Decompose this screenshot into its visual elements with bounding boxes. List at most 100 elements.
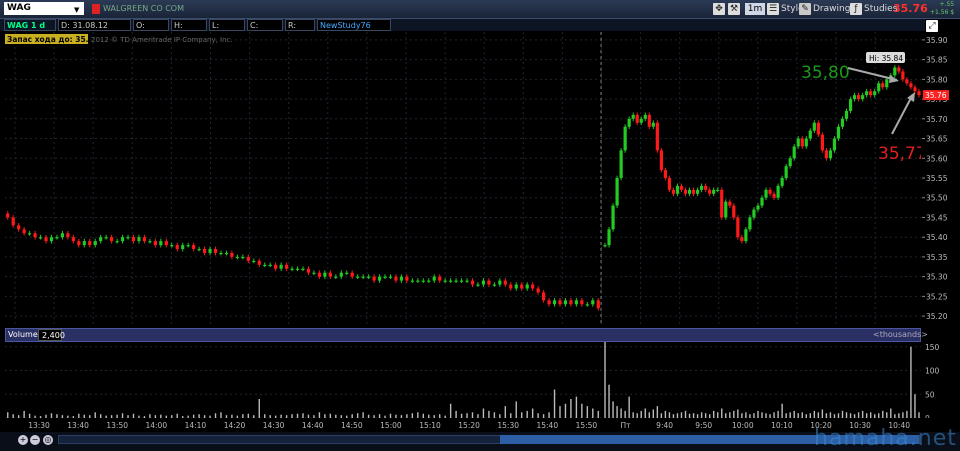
candle — [525, 284, 529, 289]
candle — [756, 205, 760, 210]
annotation-low: 35,77 — [878, 144, 921, 164]
studies-icon[interactable]: ƒ — [850, 3, 862, 15]
price-tick-label: 35.55 — [926, 174, 948, 183]
candle — [760, 197, 764, 206]
price-tag-label: 35.76 — [925, 91, 947, 100]
candle — [279, 264, 283, 269]
volume-tick-label: 50 — [925, 390, 935, 399]
candle — [812, 122, 816, 131]
candle — [873, 91, 877, 96]
candle — [137, 237, 141, 242]
candle — [153, 241, 157, 246]
zoom-reset-icon[interactable]: ◎ — [43, 435, 53, 445]
candle — [679, 185, 684, 190]
candle — [301, 268, 305, 270]
price-tick-label: 35.65 — [926, 135, 948, 144]
zoom-icon[interactable]: ⤢ — [926, 20, 938, 32]
candle — [776, 185, 780, 198]
volume-header — [5, 328, 921, 342]
candle — [800, 138, 804, 147]
candle — [170, 245, 174, 247]
candle — [591, 300, 595, 305]
price-tick-label: 35.90 — [926, 36, 948, 45]
candle — [492, 284, 496, 286]
candle — [104, 237, 108, 239]
candle — [317, 272, 322, 277]
candle — [82, 241, 86, 246]
chevron-down-icon[interactable]: ▼ — [74, 6, 79, 14]
candle — [367, 276, 371, 278]
drawings-button[interactable]: Drawings — [813, 3, 855, 15]
candle — [443, 280, 447, 282]
study-label[interactable]: NewStudy76 (DAY) — [317, 19, 391, 42]
candle — [691, 189, 696, 194]
drawings-icon[interactable]: ✎ — [799, 3, 811, 15]
symbol-input[interactable]: WAG — [4, 2, 84, 15]
candle — [541, 292, 546, 301]
candle — [438, 276, 442, 281]
price-tick-label: 35.50 — [926, 194, 948, 203]
volume-tick-label: 100 — [925, 367, 940, 376]
time-tick-label: 15:50 — [576, 421, 598, 430]
price-axis[interactable]: 35.9035.8535.8035.7535.7035.6535.6035.55… — [922, 32, 960, 324]
zoom-in-icon[interactable]: + — [18, 435, 28, 445]
time-tick-label: 10:00 — [732, 421, 754, 430]
price-tick-label: 35.25 — [926, 292, 948, 301]
candle — [700, 185, 704, 190]
candle — [306, 268, 311, 273]
candle — [808, 130, 812, 139]
candle — [536, 288, 540, 293]
candle — [235, 256, 239, 259]
aggregation-button[interactable]: 1m — [745, 3, 765, 15]
candle — [88, 241, 92, 246]
candle — [667, 178, 672, 190]
candle — [663, 170, 667, 178]
candle — [897, 67, 901, 72]
candle — [416, 280, 420, 282]
last-price: 35.76 — [893, 2, 928, 15]
candle — [148, 241, 152, 243]
candle — [832, 138, 837, 151]
candle — [394, 276, 398, 281]
crosshair-icon[interactable]: ✥ — [713, 3, 725, 15]
candle — [603, 245, 607, 247]
zoom-out-icon[interactable]: − — [30, 435, 40, 445]
candle — [635, 114, 639, 123]
candle — [796, 138, 800, 147]
candle — [93, 241, 97, 246]
candle — [720, 189, 724, 218]
price-axis-svg: 35.9035.8535.8035.7535.7035.6535.6035.55… — [922, 36, 949, 321]
time-tick-label: 14:40 — [302, 421, 324, 430]
candle — [905, 79, 909, 84]
volume-chart[interactable]: 150 100 50 0 — [5, 342, 960, 423]
candle — [885, 79, 889, 88]
candle — [531, 284, 535, 289]
company-name: WALGREEN CO COM — [103, 4, 185, 13]
style-icon[interactable]: ☰ — [767, 3, 779, 15]
candle — [744, 229, 748, 242]
candle — [901, 71, 905, 80]
price-chart[interactable]: Запас хода до: 35.68 2012 © TD Ameritrad… — [5, 32, 927, 324]
price-tick-label: 35.40 — [926, 233, 948, 242]
candle — [208, 249, 212, 253]
candle — [110, 237, 114, 242]
candle — [28, 233, 32, 235]
wrench-icon[interactable]: ⚒ — [728, 3, 740, 15]
candle — [252, 260, 256, 263]
candle — [17, 225, 21, 230]
volume-value: 2,400 — [38, 329, 65, 341]
candle — [339, 272, 343, 277]
time-tick-label: 14:00 — [145, 421, 167, 430]
candle — [323, 272, 327, 277]
candle — [651, 122, 655, 127]
candle — [683, 189, 688, 194]
candle — [49, 237, 54, 242]
candle — [514, 284, 518, 289]
date-value: D: 31.08.12 10:51 — [58, 19, 131, 42]
candle — [857, 95, 861, 100]
time-axis: 13:30 13:40 13:50 14:00 14:10 14:20 14:30 14:40… — [5, 418, 921, 432]
volume-title: Volume — [8, 330, 38, 339]
candle — [77, 241, 81, 246]
candle — [246, 256, 250, 261]
candle — [732, 205, 736, 218]
